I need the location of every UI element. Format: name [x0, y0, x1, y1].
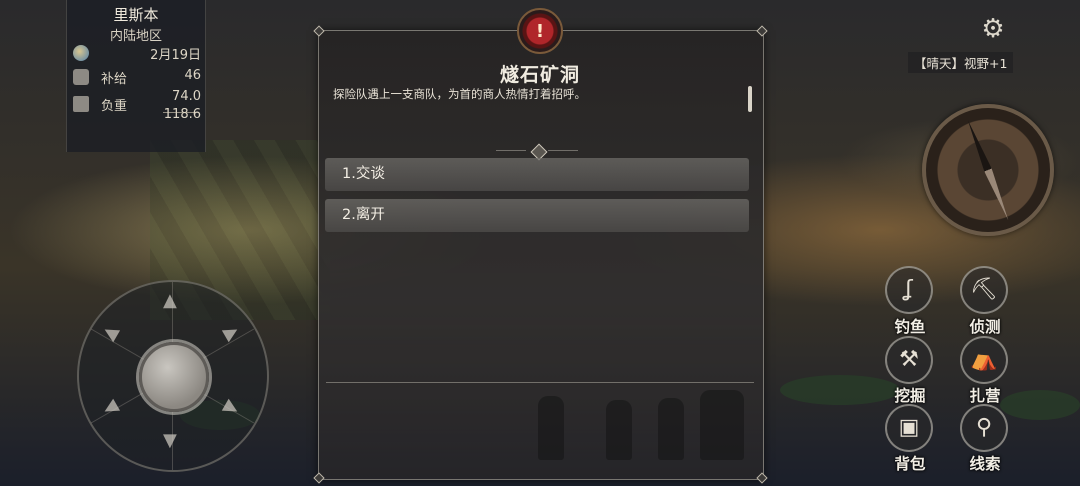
backpack-icon: ▣	[898, 415, 920, 440]
city-name: 里斯本	[113, 6, 159, 24]
compass-decoration	[922, 104, 1054, 236]
ornament-divider	[326, 143, 752, 161]
supply-label: 补给	[101, 72, 128, 87]
fishing-hook-icon: ʆ	[905, 277, 913, 302]
backpack-label: 背包	[894, 455, 926, 473]
compass-needle	[964, 118, 1012, 221]
description-scrollbar[interactable]	[748, 86, 752, 112]
pickaxe-icon: ⛏	[970, 277, 998, 302]
camp-button[interactable]: ⛺	[960, 336, 1008, 384]
region-name: 内陆地区	[109, 29, 162, 44]
globe-icon	[73, 45, 89, 61]
shovel-icon: ⚒	[899, 347, 919, 372]
weight-label: 负重	[101, 99, 128, 114]
fishing-label: 钓鱼	[894, 318, 926, 336]
dig-label: 挖掘	[894, 387, 926, 405]
alert-icon: !	[517, 8, 563, 54]
scout-button[interactable]: ⛏	[960, 266, 1008, 314]
date-value: 2月19日	[150, 48, 201, 63]
dialog-title: 燧石矿洞	[499, 64, 580, 86]
backpack-button[interactable]: ▣	[885, 404, 933, 452]
clues-button[interactable]: ⚲	[960, 404, 1008, 452]
dialog-description: 探险队遇上一支商队，为首的商人热情打着招呼。	[333, 87, 586, 101]
location-info-panel: 里斯本 内陆地区 2月19日 补给 46 负重 74.0 118.6	[66, 0, 206, 152]
dialog-option-leave[interactable]: 2.离开	[325, 199, 749, 232]
party-figures	[520, 380, 770, 460]
magnifier-icon: ⚲	[975, 415, 993, 440]
weight-divider	[163, 112, 199, 113]
weight-max: 118.6	[163, 107, 201, 122]
weather-status: 【晴天】视野+1	[908, 52, 1014, 73]
camp-label: 扎营	[969, 387, 1001, 405]
weight-current: 74.0	[172, 89, 201, 104]
tent-icon: ⛺	[970, 347, 998, 372]
supply-icon	[73, 69, 89, 85]
fishing-button[interactable]: ʆ	[885, 266, 933, 314]
dig-button[interactable]: ⚒	[885, 336, 933, 384]
supply-value: 46	[184, 68, 201, 83]
scout-label: 侦测	[969, 318, 1001, 336]
arrow-up-icon[interactable]: ▲	[163, 290, 177, 311]
arrow-down-icon[interactable]: ▼	[163, 430, 177, 451]
clues-label: 线索	[969, 455, 1001, 473]
crate-icon	[73, 96, 89, 112]
dialog-option-talk[interactable]: 1.交谈	[325, 158, 749, 191]
joystick-knob[interactable]	[139, 342, 209, 412]
settings-gear-icon[interactable]: ⚙	[980, 16, 1006, 42]
